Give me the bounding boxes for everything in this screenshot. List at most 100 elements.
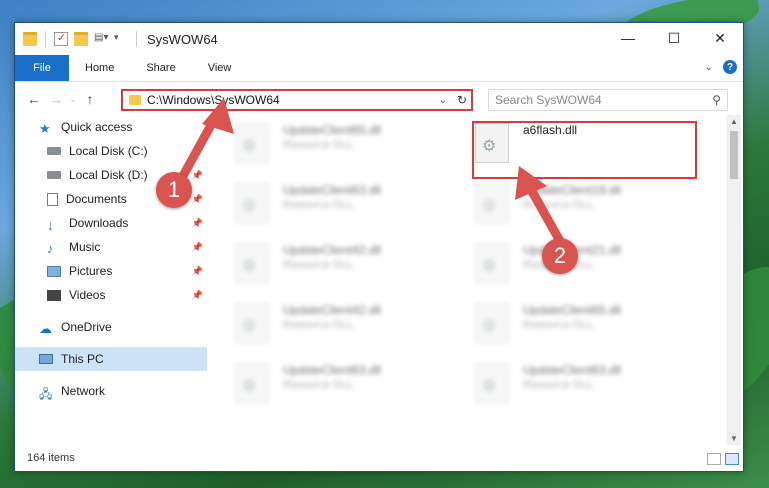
sidebar-item-label: Documents bbox=[66, 192, 127, 206]
help-icon[interactable]: ? bbox=[723, 60, 737, 74]
gear-icon: ⚙ bbox=[242, 318, 257, 335]
star-icon: ★ bbox=[39, 120, 51, 136]
list-item[interactable]: ⚙ UpdateClient65.dll Resource DLL bbox=[455, 299, 685, 349]
folder-icon bbox=[129, 95, 141, 105]
properties-icon[interactable]: ✓ bbox=[54, 32, 68, 46]
list-item[interactable]: ⚙ UpdateClient63.dll Resource DLL bbox=[215, 359, 445, 409]
list-item[interactable]: ⚙ UpdateClient42.dll Resource DLL bbox=[215, 299, 445, 349]
dll-file-icon: ⚙ bbox=[235, 363, 269, 403]
file-type: Resource DLL bbox=[283, 139, 354, 151]
recent-locations-icon[interactable]: ⌄ bbox=[67, 94, 79, 105]
drive-icon bbox=[47, 171, 61, 179]
vertical-scrollbar[interactable]: ▲ ▼ bbox=[727, 115, 741, 445]
videos-icon bbox=[47, 289, 61, 301]
gear-icon: ⚙ bbox=[482, 258, 497, 275]
tiles-view-icon[interactable] bbox=[725, 453, 739, 465]
sidebar-item-onedrive[interactable]: ☁ OneDrive bbox=[15, 315, 207, 339]
customize-toolbar-icon[interactable]: ▤▾ bbox=[94, 32, 108, 46]
sidebar-item-label: Pictures bbox=[69, 264, 113, 278]
sidebar-item-label: Local Disk (C:) bbox=[69, 144, 148, 158]
close-button[interactable]: ✕ bbox=[697, 23, 743, 53]
sidebar-item-label: Network bbox=[61, 384, 106, 398]
list-item[interactable]: ⚙ UpdateClient42.dll Resource DLL bbox=[215, 239, 445, 289]
sidebar-item-videos[interactable]: Videos 📌 bbox=[15, 283, 207, 307]
pin-icon[interactable]: 📌 bbox=[192, 218, 203, 229]
sidebar-item-pictures[interactable]: Pictures 📌 bbox=[15, 259, 207, 283]
scrollbar-thumb[interactable] bbox=[730, 131, 738, 179]
tab-view[interactable]: View bbox=[192, 55, 248, 81]
file-type: Resource DLL bbox=[523, 319, 594, 331]
cloud-icon: ☁ bbox=[39, 320, 52, 336]
sidebar-item-label: OneDrive bbox=[61, 320, 112, 334]
status-bar: 164 items bbox=[15, 445, 743, 471]
gear-icon: ⚙ bbox=[482, 378, 497, 395]
dll-file-icon: ⚙ bbox=[475, 303, 509, 343]
search-input[interactable]: Search SysWOW64 ⚲ bbox=[488, 89, 728, 111]
gear-icon: ⚙ bbox=[482, 198, 497, 215]
window-controls: — ☐ ✕ bbox=[605, 23, 743, 53]
step-badge-2: 2 bbox=[542, 238, 578, 274]
dll-file-icon: ⚙ bbox=[235, 303, 269, 343]
file-name: UpdateClient63.dll bbox=[283, 363, 382, 377]
sidebar-item-label: This PC bbox=[61, 352, 104, 366]
pictures-icon bbox=[47, 265, 61, 277]
separator bbox=[45, 31, 46, 47]
ribbon-tabs: File Home Share View ⌄ ? bbox=[15, 55, 743, 82]
maximize-button[interactable]: ☐ bbox=[651, 23, 697, 53]
refresh-icon[interactable]: ↻ bbox=[453, 91, 471, 109]
sidebar-item-this-pc[interactable]: This PC bbox=[15, 347, 207, 371]
quick-access-toolbar: ✓ ▤▾ ▾ bbox=[15, 31, 139, 47]
tab-share[interactable]: Share bbox=[130, 55, 191, 81]
list-item[interactable]: ⚙ UpdateClient63.dll Resource DLL bbox=[455, 359, 685, 409]
forward-arrow-icon[interactable]: → bbox=[45, 91, 67, 107]
documents-icon bbox=[47, 192, 58, 206]
search-icon[interactable]: ⚲ bbox=[712, 93, 721, 107]
chevron-down-icon[interactable]: ▾ bbox=[114, 32, 128, 46]
sidebar-item-label: Downloads bbox=[69, 216, 129, 230]
tab-file[interactable]: File bbox=[15, 55, 69, 81]
scroll-up-icon[interactable]: ▲ bbox=[727, 117, 741, 126]
file-type: Resource DLL bbox=[523, 379, 594, 391]
file-type: Resource DLL bbox=[283, 199, 354, 211]
sidebar-item-label: Quick access bbox=[61, 120, 133, 134]
file-name: UpdateClient65.dll bbox=[283, 123, 382, 137]
folder-icon bbox=[23, 32, 37, 46]
computer-icon bbox=[39, 354, 53, 364]
pin-icon[interactable]: 📌 bbox=[192, 242, 203, 253]
new-folder-icon[interactable] bbox=[74, 32, 88, 46]
up-arrow-icon[interactable]: ↑ bbox=[79, 91, 101, 107]
title-bar: ✓ ▤▾ ▾ SysWOW64 — ☐ ✕ bbox=[15, 23, 743, 55]
step-badge-1: 1 bbox=[156, 172, 192, 208]
sidebar-item-label: Videos bbox=[69, 288, 106, 302]
sidebar-item-label: Music bbox=[69, 240, 101, 254]
explorer-window: ✓ ▤▾ ▾ SysWOW64 — ☐ ✕ File Home Share Vi… bbox=[14, 22, 744, 472]
chevron-down-icon[interactable]: ⌄ bbox=[705, 62, 713, 73]
sidebar-item-network[interactable]: 🖧 Network bbox=[15, 379, 207, 403]
view-toggles bbox=[707, 453, 739, 465]
minimize-button[interactable]: — bbox=[605, 23, 651, 53]
sidebar-item-label: Local Disk (D:) bbox=[69, 168, 148, 182]
drive-icon bbox=[47, 147, 61, 155]
pin-icon[interactable]: 📌 bbox=[192, 266, 203, 277]
back-arrow-icon[interactable]: ← bbox=[23, 91, 45, 107]
item-count: 164 items bbox=[27, 452, 75, 464]
sidebar-item-music[interactable]: ♪ Music 📌 bbox=[15, 235, 207, 259]
tab-home[interactable]: Home bbox=[69, 55, 130, 81]
window-title: SysWOW64 bbox=[147, 31, 218, 47]
dll-file-icon: ⚙ bbox=[235, 243, 269, 283]
file-type: Resource DLL bbox=[283, 319, 354, 331]
file-name: UpdateClient63.dll bbox=[283, 183, 382, 197]
ribbon-right: ⌄ ? bbox=[705, 60, 737, 74]
file-type: Resource DLL bbox=[283, 379, 354, 391]
download-icon: ↓ bbox=[47, 216, 54, 233]
gear-icon: ⚙ bbox=[242, 378, 257, 395]
chevron-down-icon[interactable]: ⌄ bbox=[435, 95, 451, 106]
network-icon: 🖧 bbox=[39, 386, 53, 401]
details-view-icon[interactable] bbox=[707, 453, 721, 465]
sidebar-item-downloads[interactable]: ↓ Downloads 📌 bbox=[15, 211, 207, 235]
pin-icon[interactable]: 📌 bbox=[192, 290, 203, 301]
gear-icon: ⚙ bbox=[482, 318, 497, 335]
file-name: UpdateClient65.dll bbox=[523, 303, 622, 317]
navigation-bar: ← → ⌄ ↑ C:\Windows\SysWOW64 ⌄ ↻ Search S… bbox=[15, 82, 743, 116]
scroll-down-icon[interactable]: ▼ bbox=[727, 434, 741, 443]
